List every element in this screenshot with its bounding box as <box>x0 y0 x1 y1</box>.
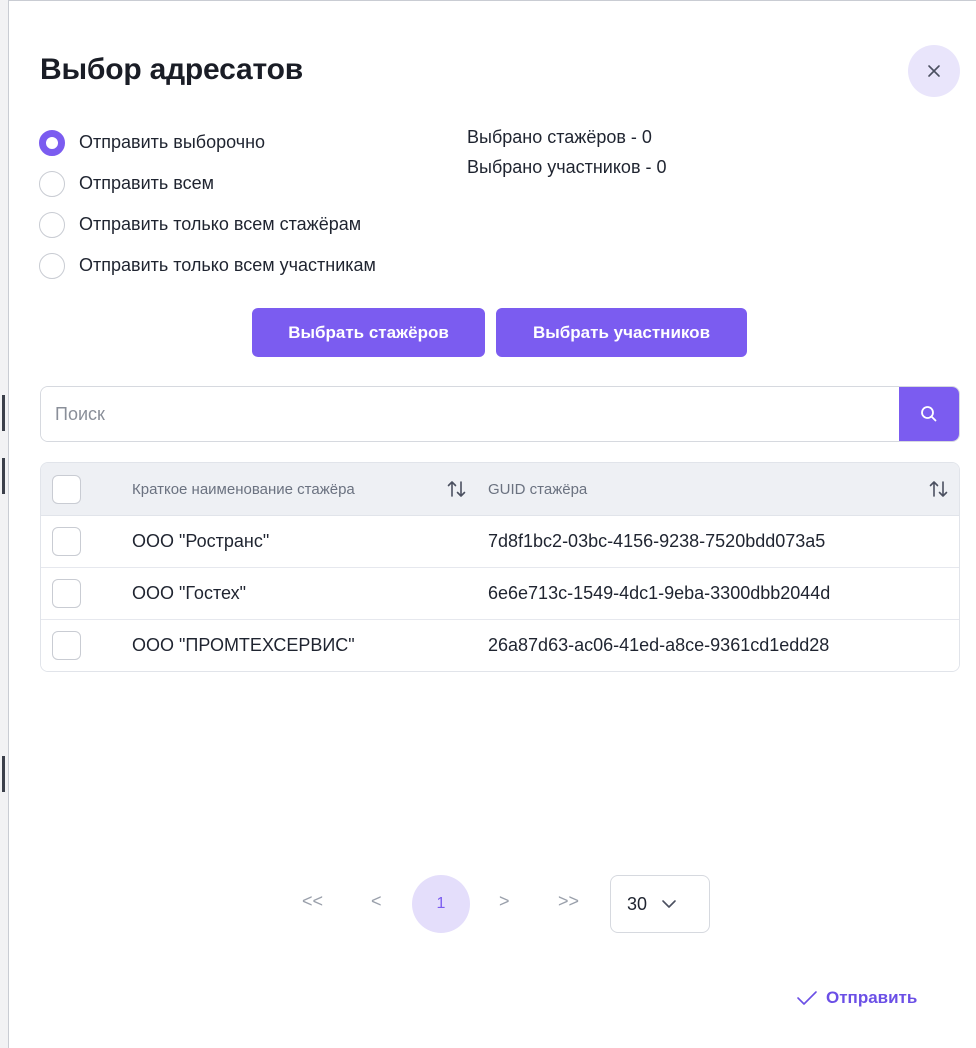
table-row[interactable]: ООО "Гостех" 6e6e713c-1549-4dc1-9eba-330… <box>41 568 959 620</box>
page-size-select[interactable]: 30 <box>610 875 710 933</box>
trainee-name: ООО "Ространс" <box>132 531 270 551</box>
backdrop-mark <box>2 756 5 792</box>
sort-icon[interactable] <box>446 479 468 499</box>
submit-label: Отправить <box>826 988 918 1007</box>
participants-counter: Выбрано участников - 0 <box>467 157 667 177</box>
close-button[interactable] <box>908 45 960 97</box>
trainee-guid: 6e6e713c-1549-4dc1-9eba-3300dbb2044d <box>488 583 831 603</box>
next-page-button[interactable]: > <box>499 891 510 912</box>
radio-button[interactable] <box>39 170 65 197</box>
radio-button[interactable] <box>39 129 65 156</box>
radio-button[interactable] <box>39 211 65 238</box>
trainee-name: ООО "Гостех" <box>132 583 246 603</box>
radio-send-all-trainees[interactable]: Отправить только всем стажёрам <box>39 204 376 245</box>
search-button[interactable] <box>899 387 959 441</box>
radio-send-all[interactable]: Отправить всем <box>39 163 376 204</box>
search-input[interactable] <box>41 387 899 441</box>
trainees-counter: Выбрано стажёров - 0 <box>467 127 652 147</box>
trainee-guid: 26a87d63-ac06-41ed-a8ce-9361cd1edd28 <box>488 635 830 655</box>
chevron-down-icon <box>662 900 676 908</box>
backdrop-mark <box>2 458 5 494</box>
recipients-dialog: Выбор адресатов Отправить выборочно Отпр… <box>8 0 976 1048</box>
pagination: << < 1 > >> 30 <box>9 875 976 935</box>
radio-label: Отправить всем <box>79 173 214 193</box>
trainee-guid: 7d8f1bc2-03bc-4156-9238-7520bdd073a5 <box>488 531 826 551</box>
select-trainees-button[interactable]: Выбрать стажёров <box>252 308 485 357</box>
radio-label: Отправить только всем стажёрам <box>79 214 362 234</box>
radio-button[interactable] <box>39 252 65 279</box>
sort-icon[interactable] <box>928 479 950 499</box>
row-checkbox[interactable] <box>52 579 81 608</box>
backdrop <box>0 0 8 1048</box>
last-page-button[interactable]: >> <box>558 891 579 912</box>
backdrop-mark <box>2 395 5 431</box>
select-participants-button[interactable]: Выбрать участников <box>496 308 747 357</box>
selection-counters: Выбрано стажёров - 0 Выбрано участников … <box>467 126 667 186</box>
radio-send-selective[interactable]: Отправить выборочно <box>39 122 376 163</box>
table-header: Краткое наименование стажёра GUID стажёр… <box>41 463 959 516</box>
row-checkbox[interactable] <box>52 631 81 660</box>
close-icon <box>928 65 940 77</box>
dialog-title: Выбор адресатов <box>40 53 303 86</box>
trainees-table: Краткое наименование стажёра GUID стажёр… <box>40 462 960 672</box>
search-box <box>40 386 960 442</box>
table-row[interactable]: ООО "ПРОМТЕХСЕРВИС" 26a87d63-ac06-41ed-a… <box>41 620 959 671</box>
column-header-name[interactable]: Краткое наименование стажёра <box>132 481 355 498</box>
check-icon <box>797 991 817 1005</box>
submit-button[interactable]: Отправить <box>796 988 917 1008</box>
column-header-guid[interactable]: GUID стажёра <box>488 481 587 498</box>
select-all-checkbox[interactable] <box>52 474 81 504</box>
prev-page-button[interactable]: < <box>371 891 382 912</box>
row-checkbox[interactable] <box>52 527 81 556</box>
trainee-name: ООО "ПРОМТЕХСЕРВИС" <box>132 635 355 655</box>
page-size-value: 30 <box>627 893 648 914</box>
send-mode-radio-group: Отправить выборочно Отправить всем Отпра… <box>39 122 376 286</box>
table-row[interactable]: ООО "Ространс" 7d8f1bc2-03bc-4156-9238-7… <box>41 516 959 568</box>
radio-label: Отправить выборочно <box>79 132 266 152</box>
radio-label: Отправить только всем участникам <box>79 255 376 275</box>
search-icon <box>921 406 937 422</box>
first-page-button[interactable]: << <box>302 891 323 912</box>
radio-send-all-participants[interactable]: Отправить только всем участникам <box>39 245 376 286</box>
current-page[interactable]: 1 <box>412 875 470 933</box>
